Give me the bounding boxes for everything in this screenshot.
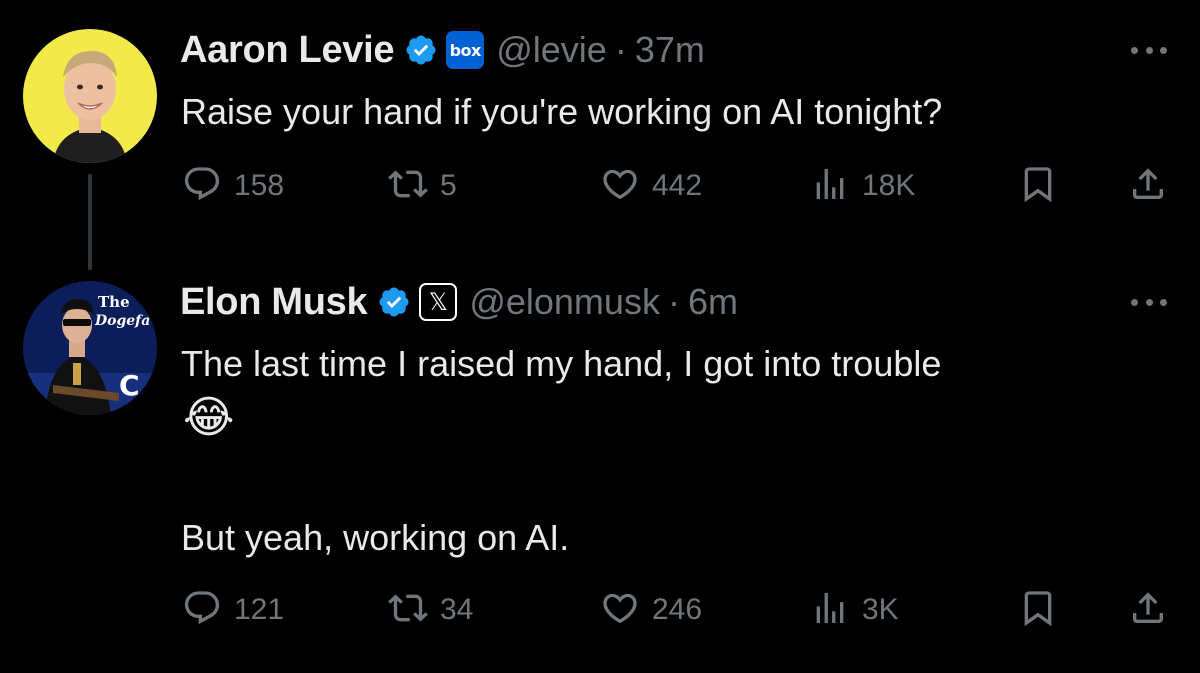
x-logo-text: 𝕏 <box>428 288 448 316</box>
box-logo-text: box <box>449 40 482 60</box>
tweet-timestamp[interactable]: 6m <box>688 281 738 323</box>
avatar-levie[interactable] <box>23 29 157 163</box>
repost-arrows-icon <box>388 588 428 633</box>
repost-count: 5 <box>440 169 457 202</box>
x-affiliation-badge[interactable]: 𝕏 <box>419 283 458 321</box>
verified-check-icon[interactable] <box>377 285 411 319</box>
thread-connector-line <box>88 174 92 270</box>
like-count: 442 <box>652 169 703 202</box>
avatar-text-the: The <box>98 293 130 311</box>
repost-arrows-icon <box>388 164 428 209</box>
verified-check-icon[interactable] <box>404 33 438 67</box>
author-handle[interactable]: @levie <box>496 29 607 71</box>
heart-icon <box>600 588 640 633</box>
avatar-elonmusk[interactable]: The Dogefa C <box>23 281 157 415</box>
views-count: 3K <box>862 593 899 626</box>
share-button[interactable] <box>1128 162 1168 210</box>
views-button[interactable]: 3K <box>810 586 899 634</box>
bookmark-icon <box>1018 588 1058 633</box>
avatar-text-dogefa: Dogefa <box>94 313 150 329</box>
speech-bubble-icon <box>182 588 222 633</box>
tweet-text-line-1: The last time I raised my hand, I got in… <box>181 343 942 384</box>
share-button[interactable] <box>1128 586 1168 634</box>
tweet-actions: 158 5 442 18K <box>182 162 1170 210</box>
laughing-emoji: 😂 <box>183 393 235 442</box>
tweet-timestamp[interactable]: 37m <box>635 29 705 71</box>
reply-count: 158 <box>234 169 285 202</box>
more-dots-icon[interactable] <box>1131 296 1167 308</box>
tweet-levie[interactable]: Aaron Levie box @levie · 37m Raise your … <box>0 0 1200 270</box>
reply-count: 121 <box>234 593 285 626</box>
share-upload-icon <box>1128 164 1168 209</box>
repost-count: 34 <box>440 593 474 626</box>
avatar-elonmusk-image: The Dogefa C <box>23 281 157 415</box>
bookmark-icon <box>1018 164 1058 209</box>
share-upload-icon <box>1128 588 1168 633</box>
like-button[interactable]: 246 <box>600 586 702 634</box>
heart-icon <box>600 164 640 209</box>
tweet-header: Elon Musk 𝕏 @elonmusk · 6m <box>180 278 738 326</box>
bookmark-button[interactable] <box>1018 586 1058 634</box>
repost-button[interactable]: 5 <box>388 162 457 210</box>
box-affiliation-badge[interactable]: box <box>446 31 485 69</box>
author-name[interactable]: Elon Musk <box>180 281 368 324</box>
bar-chart-icon <box>810 164 850 209</box>
views-count: 18K <box>862 169 916 202</box>
bookmark-button[interactable] <box>1018 162 1058 210</box>
tweet-text-line-2: But yeah, working on AI. <box>181 517 570 558</box>
tweet-actions: 121 34 246 3K <box>182 586 1170 634</box>
avatar-levie-image <box>23 29 157 163</box>
bar-chart-icon <box>810 588 850 633</box>
views-button[interactable]: 18K <box>810 162 915 210</box>
reply-button[interactable]: 158 <box>182 162 284 210</box>
author-handle[interactable]: @elonmusk <box>469 281 660 323</box>
like-button[interactable]: 442 <box>600 162 702 210</box>
separator-dot: · <box>667 281 680 322</box>
reply-button[interactable]: 121 <box>182 586 284 634</box>
speech-bubble-icon <box>182 164 222 209</box>
tweet-text: Raise your hand if you're working on AI … <box>181 91 943 132</box>
like-count: 246 <box>652 593 703 626</box>
repost-button[interactable]: 34 <box>388 586 473 634</box>
tweet-header: Aaron Levie box @levie · 37m <box>180 26 705 74</box>
separator-dot: · <box>614 29 627 70</box>
author-name[interactable]: Aaron Levie <box>180 29 395 72</box>
more-dots-icon[interactable] <box>1131 44 1167 56</box>
